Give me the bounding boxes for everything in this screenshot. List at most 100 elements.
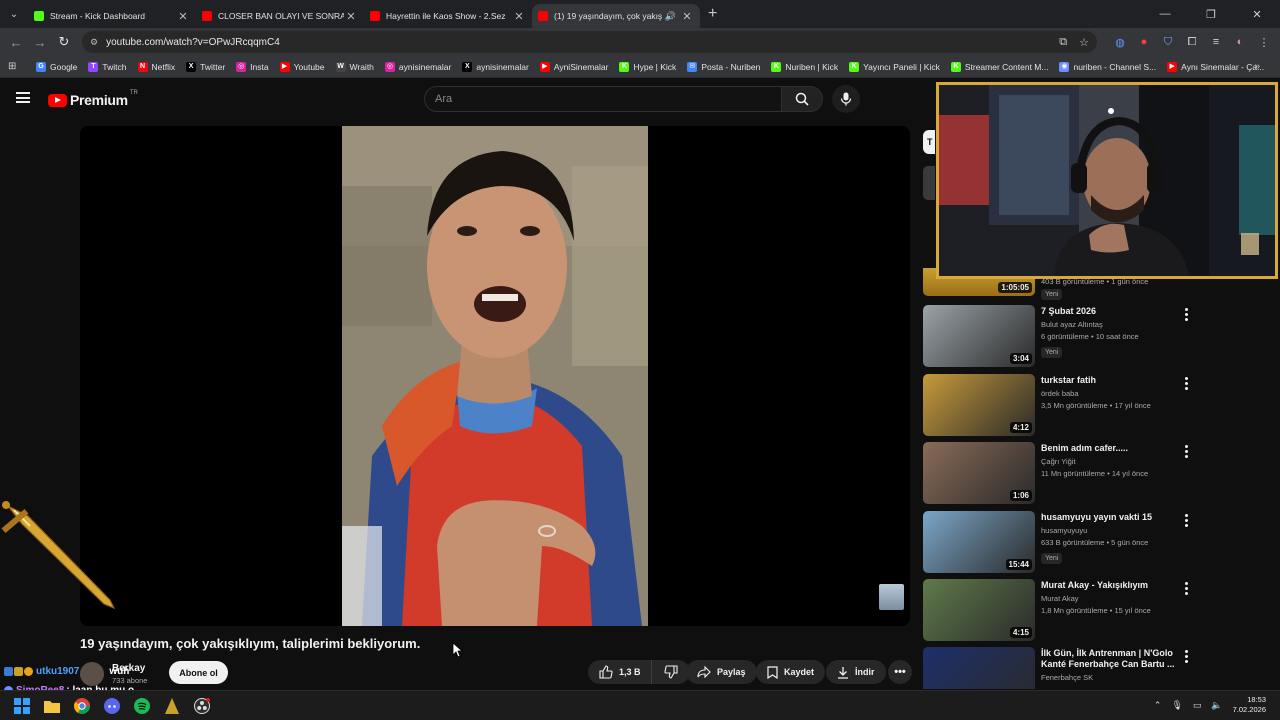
apps-grid-icon[interactable]: ⊞ <box>8 61 20 73</box>
extension-icon[interactable]: ● <box>1137 35 1151 49</box>
minimize-button[interactable]: — <box>1142 0 1188 28</box>
bookmark-item[interactable]: ▶ AyniSinemalar <box>539 61 608 72</box>
maximize-button[interactable]: ❐ <box>1188 0 1234 28</box>
subscribe-button[interactable]: Abone ol <box>169 661 228 684</box>
bookmark-item[interactable]: ▶ Aynı Sinemalar - Ça... <box>1167 61 1264 72</box>
more-vertical-icon[interactable] <box>1185 514 1189 529</box>
profile-avatar[interactable]: ◐ <box>1233 35 1247 49</box>
recommendation-title[interactable]: Murat Akay - Yakışıklıyım <box>1041 580 1191 591</box>
bookmark-item[interactable]: ◉ nuriben - Channel S... <box>1059 61 1156 72</box>
recommendation-channel[interactable]: ördek baba <box>1041 389 1191 398</box>
app-icon[interactable] <box>162 696 182 716</box>
bookmark-item[interactable]: ▶ Youtube <box>279 61 325 72</box>
more-vertical-icon[interactable] <box>1185 308 1189 323</box>
chrome-icon[interactable] <box>72 696 92 716</box>
network-icon[interactable]: ▭ <box>1193 700 1202 711</box>
search-input[interactable]: Ara <box>424 86 782 112</box>
tab-current-video[interactable]: (1) 19 yaşındayım, çok yakış 🔊 ✕ <box>532 4 700 28</box>
bookmark-item[interactable]: K Nuriben | Kick <box>771 61 838 72</box>
recommendation-thumbnail[interactable]: 3:04 <box>923 305 1035 367</box>
puzzle-icon[interactable]: ⧠ <box>1185 35 1199 49</box>
hidden-recommendation-thumbnail[interactable] <box>923 166 935 200</box>
recommendation-thumbnail[interactable]: 4:15 <box>923 579 1035 641</box>
recommendation-channel[interactable]: Murat Akay <box>1041 594 1191 603</box>
search-button[interactable] <box>781 86 823 112</box>
close-icon[interactable]: ✕ <box>176 10 190 23</box>
site-info-icon[interactable]: ⚙ <box>90 37 98 48</box>
volume-icon[interactable]: 🔈 <box>1211 700 1222 711</box>
bookmark-item[interactable]: W Wraith <box>335 61 374 72</box>
shield-icon[interactable]: ⛉ <box>1161 35 1175 49</box>
recommendation-channel[interactable]: Bulut ayaz Altıntaş <box>1041 320 1191 329</box>
bookmark-item[interactable]: K Hype | Kick <box>619 61 676 72</box>
extension-icon[interactable]: ◍ <box>1113 35 1127 49</box>
like-button[interactable]: 1,3 B <box>588 660 652 684</box>
recommendation-title[interactable]: Benim adım cafer..... <box>1041 443 1191 454</box>
voice-search-button[interactable] <box>832 85 860 113</box>
spotify-icon[interactable] <box>132 696 152 716</box>
close-icon[interactable]: ✕ <box>512 10 526 23</box>
bookmark-item[interactable]: ✉ Posta - Nuriben <box>687 61 760 72</box>
chevron-up-icon[interactable]: ⌃ <box>1154 700 1162 711</box>
bookmark-item[interactable]: N Netflix <box>137 61 175 72</box>
back-button[interactable]: ← <box>4 35 28 50</box>
bookmark-item[interactable]: ◎ Insta <box>236 61 269 72</box>
reload-button[interactable]: ↻ <box>52 34 76 50</box>
dislike-button[interactable] <box>651 660 690 684</box>
more-bookmarks-icon[interactable]: » <box>1254 61 1260 72</box>
recommendation-item[interactable]: 3:04 7 Şubat 2026 Bulut ayaz Altıntaş 6 gör… <box>923 305 1203 367</box>
close-window-button[interactable]: ✕ <box>1234 0 1280 28</box>
address-bar[interactable]: ⚙ youtube.com/watch?v=OPwJRcqqmC4 ⧉ ☆ <box>82 31 1097 53</box>
recommendation-thumbnail[interactable]: 4:12 <box>923 374 1035 436</box>
more-vertical-icon[interactable] <box>1185 650 1189 665</box>
tab-kick-dashboard[interactable]: Stream - Kick Dashboard ✕ <box>28 4 196 28</box>
recommendation-channel[interactable]: husamyuyuyu <box>1041 526 1191 535</box>
recommendation-thumbnail[interactable]: 15:44 <box>923 511 1035 573</box>
recommendation-item[interactable]: 1:06 Benim adım cafer..... Çağrı Yiğit 11 M… <box>923 442 1203 504</box>
browser-menu-icon[interactable]: ⋮ <box>1257 35 1271 49</box>
recommendation-channel[interactable]: Fenerbahçe SK <box>1041 673 1191 682</box>
recommendation-title[interactable]: turkstar fatih <box>1041 375 1191 386</box>
windows-start-icon[interactable] <box>12 696 32 716</box>
bookmark-item[interactable]: X Twitter <box>186 61 225 72</box>
recommendation-item[interactable]: İlk Gün, İlk Antrenman | N'Golo Kanté Fe… <box>923 647 1203 689</box>
media-control-icon[interactable]: ≡ <box>1209 35 1223 49</box>
audio-playing-icon[interactable]: 🔊 <box>665 11 676 22</box>
forward-button[interactable]: → <box>28 35 52 50</box>
recommendation-item[interactable]: 15:44 husamyuyu yayın vakti 15 husamyuyuyu… <box>923 511 1203 573</box>
youtube-premium-logo[interactable]: Premium TR <box>48 90 138 108</box>
file-explorer-icon[interactable] <box>42 696 62 716</box>
close-icon[interactable]: ✕ <box>344 10 358 23</box>
new-tab-button[interactable]: + <box>700 5 717 23</box>
cast-icon[interactable]: ⧉ <box>1059 36 1067 49</box>
filter-chip-all[interactable]: T <box>923 130 935 154</box>
tab-search-button[interactable]: ⌄ <box>0 0 28 28</box>
share-button[interactable]: Paylaş <box>686 660 757 684</box>
chat-username[interactable]: utku1907 <box>36 666 79 677</box>
recommendation-channel[interactable]: Çağrı Yiğit <box>1041 457 1191 466</box>
recommendation-title[interactable]: İlk Gün, İlk Antrenman | N'Golo Kanté Fe… <box>1041 648 1191 670</box>
bookmark-item[interactable]: G Google <box>36 61 77 72</box>
recommendation-title[interactable]: 7 Şubat 2026 <box>1041 306 1191 317</box>
bookmark-item[interactable]: Xaynisinemalar <box>462 61 529 72</box>
recommendation-item[interactable]: 4:15 Murat Akay - Yakışıklıyım Murat Akay 1… <box>923 579 1203 641</box>
bookmark-star-icon[interactable]: ☆ <box>1079 36 1089 49</box>
more-vertical-icon[interactable] <box>1185 377 1189 392</box>
channel-watermark-thumbnail[interactable] <box>879 584 904 610</box>
more-actions-button[interactable]: ••• <box>888 660 912 684</box>
recommendation-thumbnail[interactable]: 1:06 <box>923 442 1035 504</box>
download-button[interactable]: İndir <box>826 660 886 684</box>
menu-icon[interactable] <box>16 92 30 103</box>
more-vertical-icon[interactable] <box>1185 582 1189 597</box>
recommendation-title[interactable]: husamyuyu yayın vakti 15 <box>1041 512 1191 523</box>
discord-icon[interactable] <box>102 696 122 716</box>
more-vertical-icon[interactable] <box>1185 445 1189 460</box>
bookmark-item[interactable]: K Yayıncı Paneli | Kick <box>849 61 940 72</box>
recommendation-item[interactable]: 4:12 turkstar fatih ördek baba 3,5 Mn görün… <box>923 374 1203 436</box>
tab-closer-ban[interactable]: CLOSER BAN OLAYI VE SONRAS ✕ <box>196 4 364 28</box>
bookmark-item[interactable]: T Twitch <box>88 61 127 72</box>
recommendation-thumbnail[interactable] <box>923 647 1035 689</box>
clock[interactable]: 18:53 7.02.2026 <box>1233 695 1266 715</box>
save-button[interactable]: Kaydet <box>756 660 826 684</box>
tab-kaos-show[interactable]: Hayrettin ile Kaos Show - 2.Sez ✕ <box>364 4 532 28</box>
